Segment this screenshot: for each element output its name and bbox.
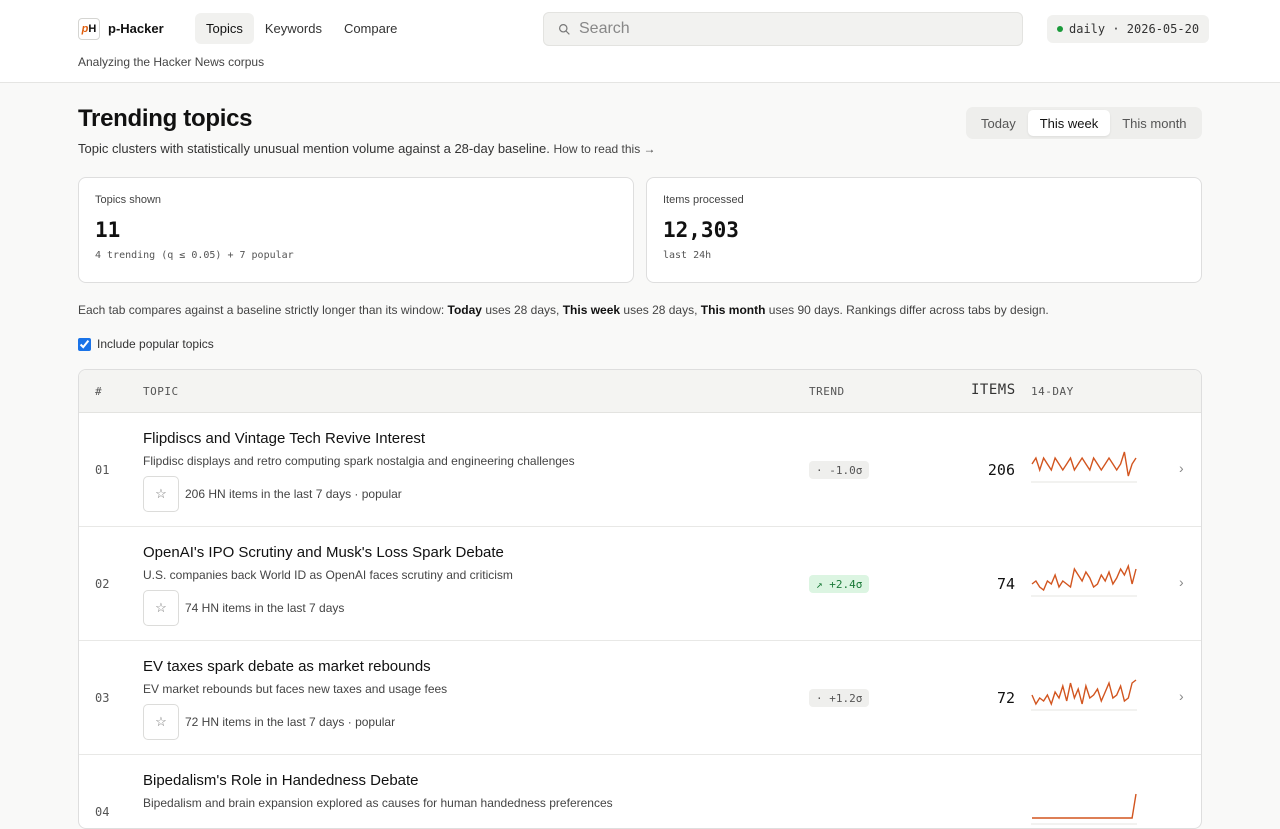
note-bold: This month [700,303,766,317]
trend-badge: · +1.2σ [809,689,870,707]
tagline: Analyzing the Hacker News corpus [78,55,265,69]
col-items: ITEMS [971,382,1016,398]
status-dot-icon [1057,26,1063,32]
brand-name-text: Hacker [120,21,164,36]
topic-description: U.S. companies back World ID as OpenAI f… [143,568,513,582]
sparkline-series [1031,679,1137,706]
table-header: # TOPIC TREND ITEMS 14-DAY [79,370,1201,413]
topic-description: Flipdisc displays and retro computing sp… [143,454,575,468]
status-badge: daily · 2026-05-20 [1047,15,1210,43]
chevron-right-icon[interactable]: › [1179,574,1184,590]
chevron-right-icon[interactable]: › [1179,460,1184,476]
topic-title[interactable]: Bipedalism's Role in Handedness Debate [143,772,419,789]
baseline-note: Each tab compares against a baseline str… [78,303,1049,317]
nav-compare[interactable]: Compare [333,13,408,44]
sparkline [1031,679,1137,711]
nav-keywords[interactable]: Keywords [254,13,333,44]
sparkline [1031,793,1137,825]
logo-icon[interactable]: pH [78,18,100,40]
col-trend: TREND [809,385,845,398]
items-count: 72 [996,689,1015,707]
sparkline-series [1032,793,1137,819]
trend-badge: · -1.0σ [809,461,870,479]
sparkline-series [1031,451,1137,477]
sparkline [1031,451,1137,483]
trend-badge: ↗ +2.4σ [809,575,870,593]
topics-table: # TOPIC TREND ITEMS 14-DAY 01 Flipdiscs a… [78,369,1202,829]
help-link[interactable]: How to read this → [553,142,655,156]
topic-meta: 206 HN items in the last 7 days · popula… [185,487,402,501]
page-subtitle-text: Topic clusters with statistically unusua… [78,141,550,156]
top-bar: pH p-Hacker Topics Keywords Compare Anal… [0,0,1280,83]
search-icon [559,23,570,35]
include-popular-label: Include popular topics [97,337,214,351]
stat-sub: last 24h [663,250,712,261]
items-count: 74 [996,575,1015,593]
star-icon[interactable]: ☆ [143,704,179,740]
stat-card-items: Items processed 12,303 last 24h [646,177,1202,283]
topic-meta: 72 HN items in the last 7 days · popular [185,715,396,729]
note-text: Each tab compares against a baseline str… [78,303,448,317]
note-bold: Today [447,303,482,317]
stat-label: Topics shown [95,194,162,206]
row-rank: 01 [95,463,110,477]
col-14-day: 14-DAY [1031,385,1074,398]
topic-description: Bipedalism and brain expansion explored … [143,796,613,810]
stat-value: 11 [95,218,121,242]
status-text: daily · 2026-05-20 [1069,22,1200,36]
search-input[interactable] [579,20,979,38]
topic-title[interactable]: Flipdiscs and Vintage Tech Revive Intere… [143,430,425,447]
note-text: uses 90 days. Rankings differ across tab… [765,303,1049,317]
brand-name[interactable]: p-Hacker [108,21,164,36]
brand-prefix: p- [108,21,121,36]
topic-title[interactable]: EV taxes spark debate as market rebounds [143,658,431,675]
items-count: 206 [987,461,1015,479]
table-row[interactable]: 01 Flipdiscs and Vintage Tech Revive Inte… [79,413,1201,527]
table-row[interactable]: 03 EV taxes spark debate as market reboun… [79,641,1201,755]
star-icon[interactable]: ☆ [143,590,179,626]
note-text: uses 28 days, [620,303,701,317]
sparkline [1031,563,1137,597]
stat-sub: 4 trending (q ≤ 0.05) + 7 popular [95,250,294,261]
include-popular-toggle[interactable]: Include popular topics [78,337,214,351]
tab-this-week[interactable]: This week [1027,110,1111,136]
topic-meta: 74 HN items in the last 7 days [185,601,345,615]
nav-topics[interactable]: Topics [195,13,254,44]
star-icon[interactable]: ☆ [143,476,179,512]
topic-description: EV market rebounds but faces new taxes a… [143,682,448,696]
include-popular-checkbox[interactable] [78,337,91,351]
stat-label: Items processed [663,194,744,206]
search-box[interactable] [543,12,1023,46]
page-title: Trending topics [78,105,253,132]
tab-today[interactable]: Today [969,110,1028,136]
topic-title[interactable]: OpenAI's IPO Scrutiny and Musk's Loss Sp… [143,544,504,561]
page-subtitle: Topic clusters with statistically unusua… [78,141,656,156]
chevron-right-icon[interactable]: › [1179,688,1184,704]
col-topic: TOPIC [143,385,179,398]
stat-card-topics: Topics shown 11 4 trending (q ≤ 0.05) + … [78,177,634,283]
sparkline-series [1031,563,1137,592]
table-row[interactable]: 04 Bipedalism's Role in Handedness Debate… [79,755,1201,828]
table-row[interactable]: 02 OpenAI's IPO Scrutiny and Musk's Loss … [79,527,1201,641]
col-num: # [95,385,103,398]
row-rank: 04 [95,805,110,819]
row-rank: 03 [95,691,110,705]
range-tabs: Today This week This month [966,107,1202,139]
note-text: uses 28 days, [481,303,563,317]
tab-this-month[interactable]: This month [1110,110,1198,136]
main-nav: Topics Keywords Compare [195,13,408,44]
note-bold: This week [562,303,621,317]
row-rank: 02 [95,577,110,591]
stat-value: 12,303 [663,218,739,242]
